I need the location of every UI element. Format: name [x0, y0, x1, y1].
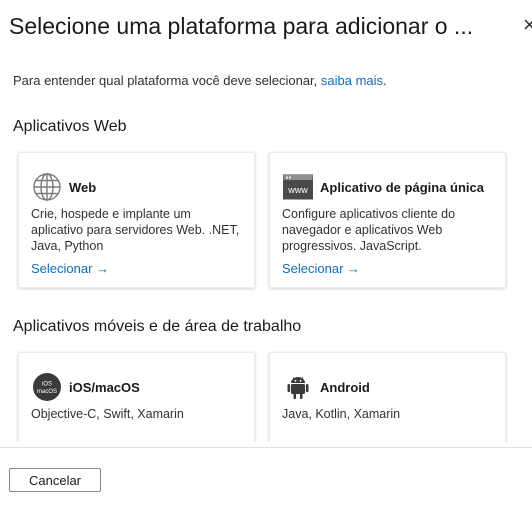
intro-label: Para entender qual plataforma você deve …	[13, 73, 321, 88]
cancel-button[interactable]: Cancelar	[9, 468, 101, 492]
platform-card-web[interactable]: Web Crie, hospede e implante um aplicati…	[18, 152, 255, 288]
platform-card-spa[interactable]: www Aplicativo de página única Configure…	[269, 152, 506, 288]
card-title: Android	[320, 379, 370, 395]
ios-icon-text: iOS	[42, 382, 52, 388]
card-header: www Aplicativo de página única	[282, 171, 484, 203]
platform-card-android[interactable]: Android Java, Kotlin, Xamarin	[269, 352, 506, 442]
intro-end: .	[383, 73, 387, 88]
www-icon-text: www	[287, 185, 308, 195]
card-header: iOS macOS iOS/macOS	[31, 371, 140, 403]
card-description: Objective-C, Swift, Xamarin	[31, 407, 184, 421]
section-title-mobile: Aplicativos móveis e de área de trabalho	[13, 318, 302, 335]
card-header: Web	[31, 171, 96, 203]
learn-more-link[interactable]: saiba mais	[321, 73, 383, 88]
platform-list[interactable]: Web Crie, hospede e implante um aplicati…	[0, 145, 532, 442]
globe-icon	[31, 171, 63, 203]
panel-title: Selecione uma plataforma para adicionar …	[9, 13, 474, 39]
platform-card-ios[interactable]: iOS macOS iOS/macOS Objective-C, Swift, …	[18, 352, 255, 442]
select-spa-link[interactable]: Selecionar →	[282, 261, 360, 276]
card-title: Aplicativo de página única	[320, 179, 484, 195]
close-icon[interactable]: ×	[523, 10, 532, 40]
card-header: Android	[282, 371, 370, 403]
ios-macos-icon: iOS macOS	[31, 371, 63, 403]
card-description: Java, Kotlin, Xamarin	[282, 407, 401, 421]
card-title: iOS/macOS	[69, 379, 140, 395]
footer-divider	[0, 447, 532, 448]
card-title: Web	[69, 179, 97, 195]
android-icon	[282, 371, 314, 403]
www-browser-icon: www	[282, 171, 314, 203]
section-title-web: Aplicativos Web	[13, 118, 127, 135]
macos-icon-text: macOS	[37, 389, 57, 395]
intro-text: Para entender qual plataforma você deve …	[13, 73, 387, 89]
card-description: Configure aplicativos cliente do navegad…	[282, 207, 456, 253]
select-web-link[interactable]: Selecionar →	[31, 261, 109, 276]
card-description: Crie, hospede e implante um aplicativo p…	[31, 207, 240, 253]
